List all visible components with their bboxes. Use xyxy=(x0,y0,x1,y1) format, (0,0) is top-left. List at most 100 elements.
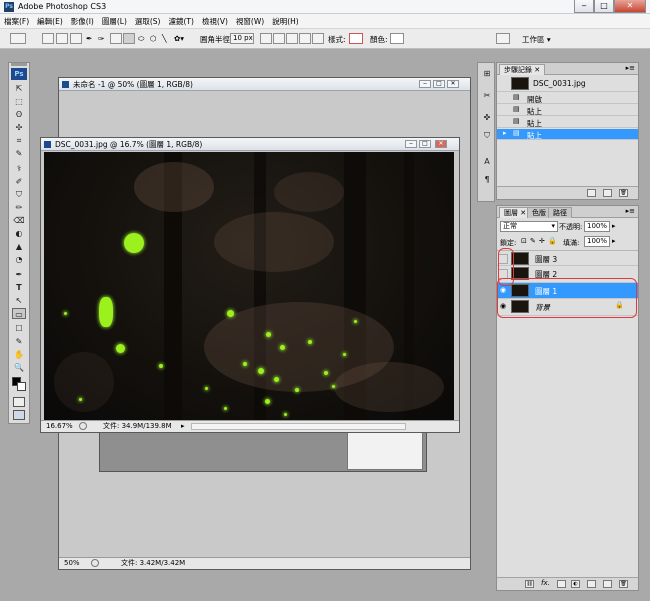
tools-preset-icon[interactable]: ✂ xyxy=(480,89,494,103)
new-document-from-state-icon[interactable] xyxy=(587,189,596,197)
tool-preset-picker[interactable] xyxy=(10,33,26,44)
menu-file[interactable]: 檔案(F) xyxy=(0,14,33,27)
eyedropper-icon[interactable]: ✎ xyxy=(12,148,26,159)
rounded-rectangle-icon[interactable] xyxy=(123,33,135,44)
healing-brush-icon[interactable]: ⚕ xyxy=(12,163,26,174)
color-swatch[interactable] xyxy=(390,33,404,44)
doc-maximize-button[interactable]: □ xyxy=(433,80,445,88)
freeform-pen-icon[interactable]: ✑ xyxy=(98,34,104,43)
menu-edit[interactable]: 編輯(E) xyxy=(33,14,67,27)
eyedropper-2-icon[interactable]: ✎ xyxy=(12,336,26,347)
history-step-row[interactable]: ▤ 貼上 xyxy=(497,105,638,116)
lock-image-icon[interactable]: ✎ xyxy=(530,237,536,245)
paragraph-icon[interactable]: ¶ xyxy=(480,173,494,187)
menu-filter[interactable]: 濾鏡(T) xyxy=(165,14,198,27)
eraser-tool-icon[interactable]: ⌫ xyxy=(12,215,26,226)
magic-wand-icon[interactable]: ✣ xyxy=(12,122,26,133)
doc-minimize-button[interactable]: ‒ xyxy=(405,140,417,148)
menu-view[interactable]: 檢視(V) xyxy=(198,14,232,27)
exclude-shape-icon[interactable] xyxy=(312,33,324,44)
document-window-dsc0031[interactable]: DSC_0031.jpg @ 16.7% (圖層 1, RGB/8) ‒ □ ✕ xyxy=(40,137,460,433)
move-tool-icon[interactable]: ⇱ xyxy=(12,83,26,94)
status-menu-icon[interactable] xyxy=(79,422,87,430)
blur-tool-icon[interactable]: ▲ xyxy=(12,241,26,252)
tab-paths[interactable]: 路徑 xyxy=(548,207,572,218)
polygon-icon[interactable]: ⬡ xyxy=(150,34,157,43)
menu-help[interactable]: 說明(H) xyxy=(268,14,303,27)
new-snapshot-icon[interactable] xyxy=(603,189,612,197)
file-browser-icon[interactable] xyxy=(496,33,510,44)
document-title-bar[interactable]: 未命名 -1 @ 50% (圖層 1, RGB/8) xyxy=(59,78,470,91)
custom-shape-icon[interactable]: ✿▾ xyxy=(174,34,184,43)
delete-layer-icon[interactable]: 🗑 xyxy=(619,580,628,588)
fill-pixels-icon[interactable] xyxy=(70,33,82,44)
character-icon[interactable]: A xyxy=(480,155,494,169)
lock-all-icon[interactable]: 🔒 xyxy=(548,237,557,245)
new-group-icon[interactable] xyxy=(587,580,596,588)
background-color-swatch[interactable] xyxy=(17,382,26,391)
link-layers-icon[interactable]: ⛓ xyxy=(525,580,534,588)
dodge-tool-icon[interactable]: ◔ xyxy=(12,254,26,265)
hand-tool-icon[interactable]: ✋ xyxy=(12,349,26,360)
screen-mode-icon[interactable] xyxy=(13,410,25,420)
gradient-tool-icon[interactable]: ◐ xyxy=(12,228,26,239)
brush-tool-icon[interactable]: ✐ xyxy=(12,176,26,187)
firefly-forest-photo[interactable] xyxy=(44,152,454,420)
pen-tool-icon[interactable]: ✒ xyxy=(86,34,92,43)
lasso-tool-icon[interactable]: ʘ xyxy=(12,109,26,120)
intersect-shape-icon[interactable] xyxy=(299,33,311,44)
radius-input[interactable]: 10 px xyxy=(230,33,254,44)
notes-tool-icon[interactable]: ☐ xyxy=(12,323,26,334)
lock-position-icon[interactable]: ✛ xyxy=(539,237,545,245)
opacity-dropdown-icon[interactable]: ▸ xyxy=(612,222,616,230)
delete-state-icon[interactable]: 🗑 xyxy=(619,189,628,197)
swatches-icon[interactable]: ⛉ xyxy=(480,129,494,143)
doc-close-button[interactable]: ✕ xyxy=(447,80,459,88)
status-arrow-icon[interactable]: ▸ xyxy=(181,421,185,432)
panel-menu-icon[interactable]: ▸≡ xyxy=(626,207,635,215)
doc-maximize-button[interactable]: □ xyxy=(419,140,431,148)
new-shape-layer-icon[interactable] xyxy=(260,33,272,44)
add-to-shape-icon[interactable] xyxy=(273,33,285,44)
actions-icon[interactable]: ✜ xyxy=(480,111,494,125)
history-step-row[interactable]: ▤ 開啟 xyxy=(497,93,638,104)
history-step-row-selected[interactable]: ▸ ▤ 貼上 xyxy=(497,129,638,140)
layer-name[interactable]: 圖層 3 xyxy=(535,254,557,265)
tab-history[interactable]: 步驟記錄 ✕ xyxy=(499,64,546,75)
crop-tool-icon[interactable]: ⌗ xyxy=(12,135,26,146)
line-icon[interactable]: ╲ xyxy=(162,34,167,43)
lock-transparent-icon[interactable]: ⊡ xyxy=(521,237,527,245)
navigator-icon[interactable]: ⊞ xyxy=(480,67,494,81)
opacity-input[interactable]: 100% xyxy=(584,221,610,232)
toolbox-grip[interactable] xyxy=(11,63,27,66)
minimize-button[interactable]: ‒ xyxy=(574,0,594,13)
rectangle-shape-icon[interactable] xyxy=(110,33,122,44)
menu-select[interactable]: 選取(S) xyxy=(131,14,165,27)
close-button[interactable]: ✕ xyxy=(614,0,646,13)
shape-layers-icon[interactable] xyxy=(42,33,54,44)
blend-mode-select[interactable]: 正常 ▾ xyxy=(500,221,558,232)
quick-mask-icon[interactable] xyxy=(13,397,25,407)
menu-window[interactable]: 視窗(W) xyxy=(232,14,268,27)
zoom-tool-icon[interactable]: 🔍 xyxy=(12,362,26,373)
menu-layer[interactable]: 圖層(L) xyxy=(98,14,131,27)
paths-icon[interactable] xyxy=(56,33,68,44)
fill-input[interactable]: 100% xyxy=(584,236,610,247)
history-brush-icon[interactable]: ✏ xyxy=(12,202,26,213)
fill-dropdown-icon[interactable]: ▸ xyxy=(612,237,616,245)
path-selection-icon[interactable]: ↖ xyxy=(12,295,26,306)
doc-close-button[interactable]: ✕ xyxy=(435,140,447,148)
status-menu-icon[interactable] xyxy=(91,559,99,567)
style-picker[interactable] xyxy=(349,33,363,44)
horizontal-scrollbar[interactable] xyxy=(191,423,406,430)
workspace-menu[interactable]: 工作區 ▾ xyxy=(522,34,551,45)
doc-minimize-button[interactable]: ‒ xyxy=(419,80,431,88)
type-tool-icon[interactable]: T xyxy=(12,282,26,293)
pen-tool-icon[interactable]: ✒ xyxy=(12,269,26,280)
ps-logo-icon[interactable]: Ps xyxy=(11,68,27,80)
layer-style-icon[interactable]: fx. xyxy=(541,579,550,587)
layer-row-3[interactable]: 圖層 3 xyxy=(497,250,638,266)
add-mask-icon[interactable] xyxy=(557,580,566,588)
maximize-button[interactable]: □ xyxy=(594,0,614,13)
menu-image[interactable]: 影像(I) xyxy=(67,14,98,27)
